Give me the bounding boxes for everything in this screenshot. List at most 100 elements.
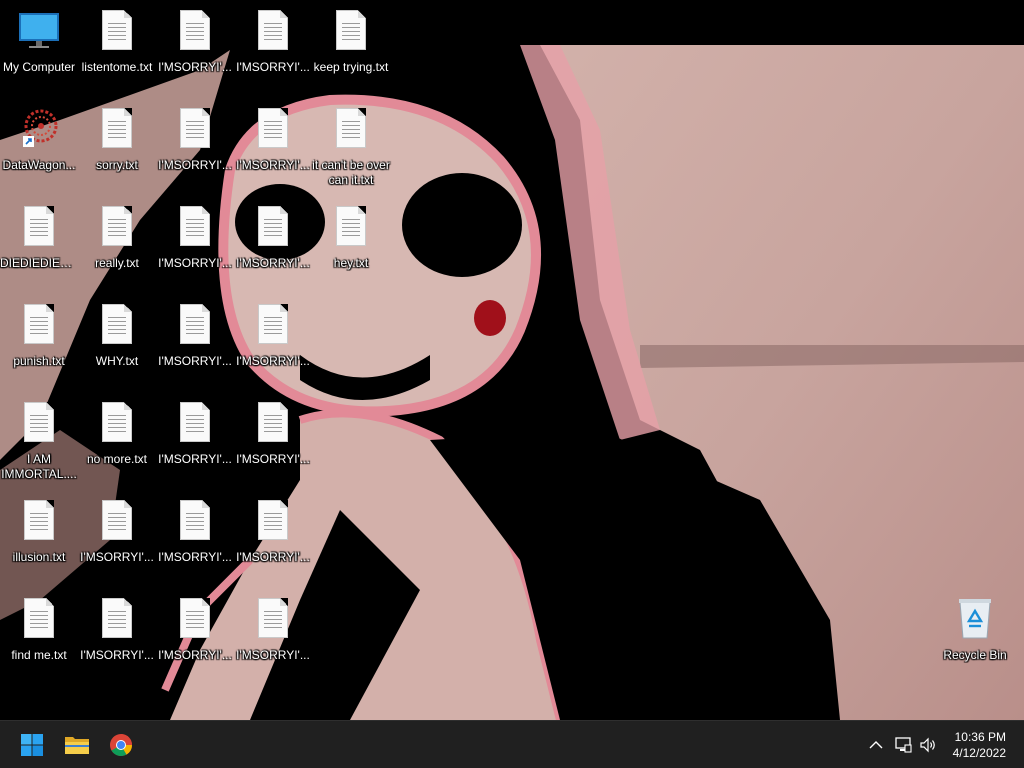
text-file-icon <box>97 108 137 152</box>
folder-icon <box>65 737 89 754</box>
text-file-icon <box>331 10 371 54</box>
desktop-icon-label: really.txt <box>95 256 139 270</box>
desktop-icon-label: I'MSORRYI'... <box>158 550 232 564</box>
desktop-icon-imsorry-c4r4[interactable]: I'MSORRYI'... <box>234 296 312 388</box>
desktop-icon-imsorry-c3r4[interactable]: I'MSORRYI'... <box>156 296 234 388</box>
desktop-icon-no-more[interactable]: no more.txt <box>78 394 156 486</box>
desktop-icon-label: WHY.txt <box>95 354 139 368</box>
text-file-icon <box>175 206 215 250</box>
text-file-icon <box>331 206 371 250</box>
desktop-icon-imsorry-c3r3[interactable]: I'MSORRYI'... <box>156 198 234 290</box>
text-file-icon <box>253 206 293 250</box>
desktop-icon-label: no more.txt <box>86 452 148 466</box>
text-file-icon <box>253 402 293 446</box>
desktop-icon-label: I'MSORRYI'... <box>236 452 310 466</box>
text-file-icon <box>19 402 59 446</box>
text-file-icon <box>253 108 293 152</box>
text-file-icon <box>19 304 59 348</box>
text-file-icon <box>175 598 215 642</box>
text-file-icon <box>253 10 293 54</box>
desktop-icon-really[interactable]: really.txt <box>78 198 156 290</box>
desktop-icon-datawagon[interactable]: DataWagon... <box>0 100 78 192</box>
desktop-icon-label: listentome.txt <box>81 60 153 74</box>
text-file-icon <box>97 500 137 544</box>
text-file-icon <box>19 206 59 250</box>
desktop-icon-my-computer[interactable]: My Computer <box>0 2 78 94</box>
text-file-icon <box>19 500 59 544</box>
clock-time: 10:36 PM <box>954 730 1006 744</box>
desktop-icon-label: I'MSORRYI'... <box>158 648 232 662</box>
desktop-icon-imsorry-c3r2[interactable]: I'MSORRYI'... <box>156 100 234 192</box>
desktop-icon-label: I'MSORRYI'... <box>158 256 232 270</box>
desktop-icon-label: I'MSORRYI'... <box>158 158 232 172</box>
chrome-button[interactable] <box>103 727 139 763</box>
desktop-icon-label: sorry.txt <box>96 158 138 172</box>
start-button[interactable] <box>14 727 50 763</box>
desktop-icon-punish[interactable]: punish.txt <box>0 296 78 388</box>
desktop-icon-label: punish.txt <box>13 354 65 368</box>
desktop-icon-label: illusion.txt <box>12 550 66 564</box>
desktop-icon-label: find me.txt <box>11 648 67 662</box>
desktop-icon-imsorry-c4r3[interactable]: I'MSORRYI'... <box>234 198 312 290</box>
desktop-icon-imsorry-c3r1[interactable]: I'MSORRYI'... <box>156 2 234 94</box>
desktop-icon-imsorry-c4r2[interactable]: I'MSORRYI'... <box>234 100 312 192</box>
desktop-icon-hey[interactable]: hey.txt <box>312 198 390 290</box>
desktop-icon-it-cant-be-over[interactable]: it can't be over can it.txt <box>312 100 390 192</box>
volume-icon <box>920 737 935 753</box>
desktop-icon-label: I'MSORRYI'... <box>236 256 310 270</box>
desktop[interactable]: My Computer DataWagon... DIEDIEDIED... puni… <box>0 0 1024 720</box>
clock-date: 4/12/2022 <box>952 746 1006 760</box>
desktop-icon-imsorry-c4r1[interactable]: I'MSORRYI'... <box>234 2 312 94</box>
text-file-icon <box>175 402 215 446</box>
text-file-icon <box>97 304 137 348</box>
desktop-icon-i-am-immortal[interactable]: I AM IMMORTAL.... <box>0 394 78 486</box>
windows-start-icon <box>21 734 43 756</box>
recycle-bin-icon <box>955 598 995 642</box>
chrome-icon <box>110 734 132 756</box>
desktop-icon-imsorry-c4r5[interactable]: I'MSORRYI'... <box>234 394 312 486</box>
desktop-icon-imsorry-c2r6[interactable]: I'MSORRYI'... <box>78 492 156 584</box>
show-hidden-icons-button[interactable] <box>866 735 886 755</box>
desktop-icon-sorry[interactable]: sorry.txt <box>78 100 156 192</box>
desktop-icon-recycle-bin[interactable]: Recycle Bin <box>936 590 1014 682</box>
desktop-icon-label: I'MSORRYI'... <box>236 158 310 172</box>
desktop-icon-find-me[interactable]: find me.txt <box>0 590 78 682</box>
desktop-icon-label: I'MSORRYI'... <box>158 354 232 368</box>
volume-button[interactable] <box>918 735 938 755</box>
desktop-icon-label: DataWagon... <box>2 158 76 172</box>
network-icon <box>895 737 912 753</box>
text-file-icon <box>175 500 215 544</box>
desktop-icon-keep-trying[interactable]: keep trying.txt <box>312 2 390 94</box>
text-file-icon <box>97 10 137 54</box>
desktop-icon-label: I'MSORRYI'... <box>236 550 310 564</box>
text-file-icon <box>19 598 59 642</box>
text-file-icon <box>97 206 137 250</box>
desktop-icon-imsorry-c3r6[interactable]: I'MSORRYI'... <box>156 492 234 584</box>
desktop-icon-why[interactable]: WHY.txt <box>78 296 156 388</box>
file-explorer-button[interactable] <box>59 727 95 763</box>
desktop-icon-imsorry-c4r7[interactable]: I'MSORRYI'... <box>234 590 312 682</box>
clock[interactable]: 10:36 PM 4/12/2022 <box>953 729 1006 761</box>
desktop-icon-label: I AM IMMORTAL.... <box>1 452 77 481</box>
desktop-icon-label: I'MSORRYI'... <box>158 452 232 466</box>
desktop-icon-diediedied[interactable]: DIEDIEDIED... <box>0 198 78 290</box>
text-file-icon <box>97 598 137 642</box>
desktop-icon-illusion[interactable]: illusion.txt <box>0 492 78 584</box>
text-file-icon <box>253 304 293 348</box>
desktop-icon-label: I'MSORRYI'... <box>80 550 154 564</box>
desktop-icon-imsorry-c3r7[interactable]: I'MSORRYI'... <box>156 590 234 682</box>
desktop-icon-listentome[interactable]: listentome.txt <box>78 2 156 94</box>
desktop-icon-label: Recycle Bin <box>943 648 1007 662</box>
desktop-icon-label: My Computer <box>2 60 76 74</box>
network-button[interactable] <box>893 735 913 755</box>
text-file-icon <box>331 108 371 152</box>
desktop-icon-label: I'MSORRYI'... <box>158 60 232 74</box>
desktop-icon-label: I'MSORRYI'... <box>236 354 310 368</box>
desktop-icon-label: I'MSORRYI'... <box>236 60 310 74</box>
desktop-icon-label: hey.txt <box>333 256 369 270</box>
desktop-icon-imsorry-c3r5[interactable]: I'MSORRYI'... <box>156 394 234 486</box>
desktop-icon-imsorry-c2r7[interactable]: I'MSORRYI'... <box>78 590 156 682</box>
desktop-icon-label: it can't be over can it.txt <box>312 158 390 187</box>
text-file-icon <box>175 10 215 54</box>
desktop-icon-imsorry-c4r6[interactable]: I'MSORRYI'... <box>234 492 312 584</box>
